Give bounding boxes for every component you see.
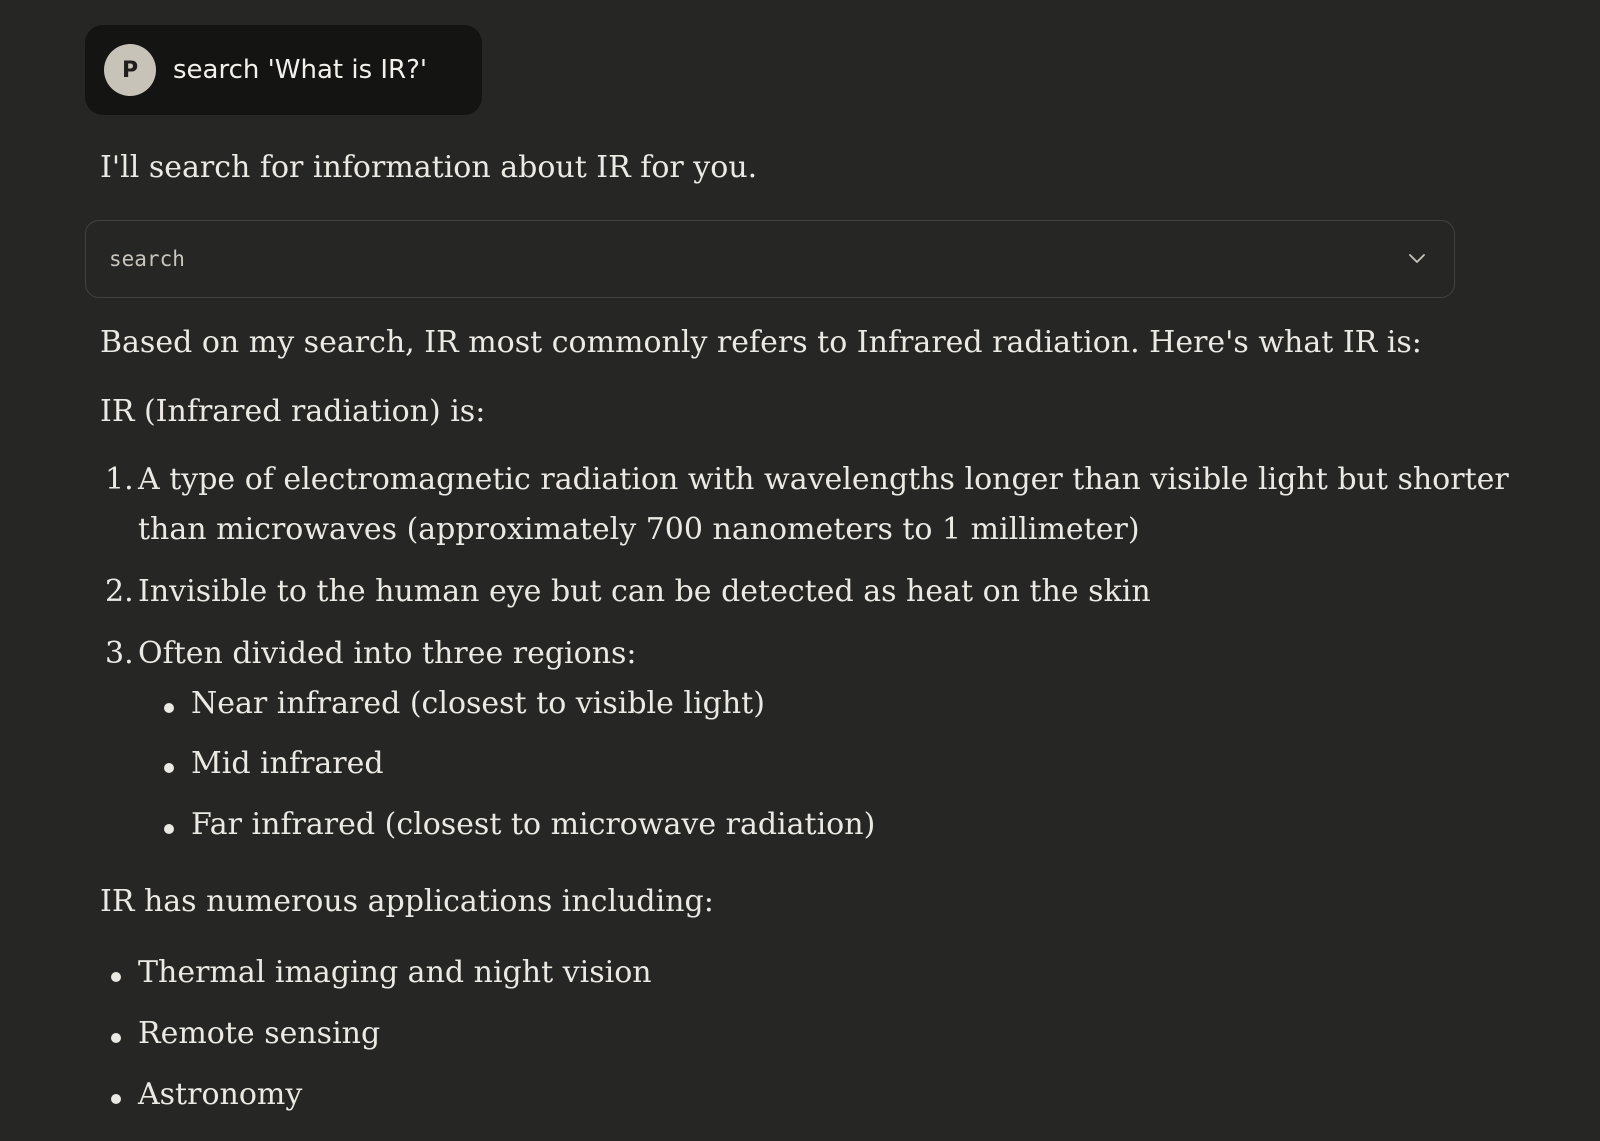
- list-number: 3.: [105, 636, 134, 671]
- list-number: 1.: [105, 462, 134, 497]
- list-number: 2.: [105, 574, 134, 609]
- bullet-icon: [111, 1094, 121, 1104]
- applications-heading: IR has numerous applications including:: [100, 884, 714, 919]
- sub-list-item: Near infrared (closest to visible light): [191, 686, 765, 721]
- list-item: Remote sensing: [138, 1016, 381, 1051]
- chevron-down-icon: [1409, 254, 1425, 263]
- definition-heading: IR (Infrared radiation) is:: [100, 394, 486, 429]
- bullet-icon: [164, 763, 174, 773]
- list-item-text: A type of electromagnetic radiation with…: [138, 462, 1509, 497]
- list-item: Thermal imaging and night vision: [138, 955, 652, 990]
- list-item-text: Often divided into three regions:: [138, 636, 637, 671]
- list-item-text: Invisible to the human eye but can be de…: [138, 574, 1151, 609]
- bullet-icon: [164, 824, 174, 834]
- bullet-icon: [111, 972, 121, 982]
- user-message-text: search 'What is IR?': [173, 55, 428, 85]
- tool-label: search: [109, 247, 185, 271]
- summary-paragraph: Based on my search, IR most commonly ref…: [100, 325, 1422, 360]
- sub-list-item: Mid infrared: [191, 746, 384, 781]
- bullet-icon: [111, 1033, 121, 1043]
- avatar: P: [104, 44, 156, 96]
- assistant-intro: I'll search for information about IR for…: [100, 150, 758, 185]
- bullet-icon: [164, 703, 174, 713]
- sub-list-item: Far infrared (closest to microwave radia…: [191, 807, 876, 842]
- user-message: P search 'What is IR?': [85, 25, 482, 115]
- list-item-text-continued: than microwaves (approximately 700 nanom…: [138, 512, 1140, 547]
- list-item: Astronomy: [138, 1077, 303, 1112]
- search-tool-toggle[interactable]: search: [85, 220, 1455, 298]
